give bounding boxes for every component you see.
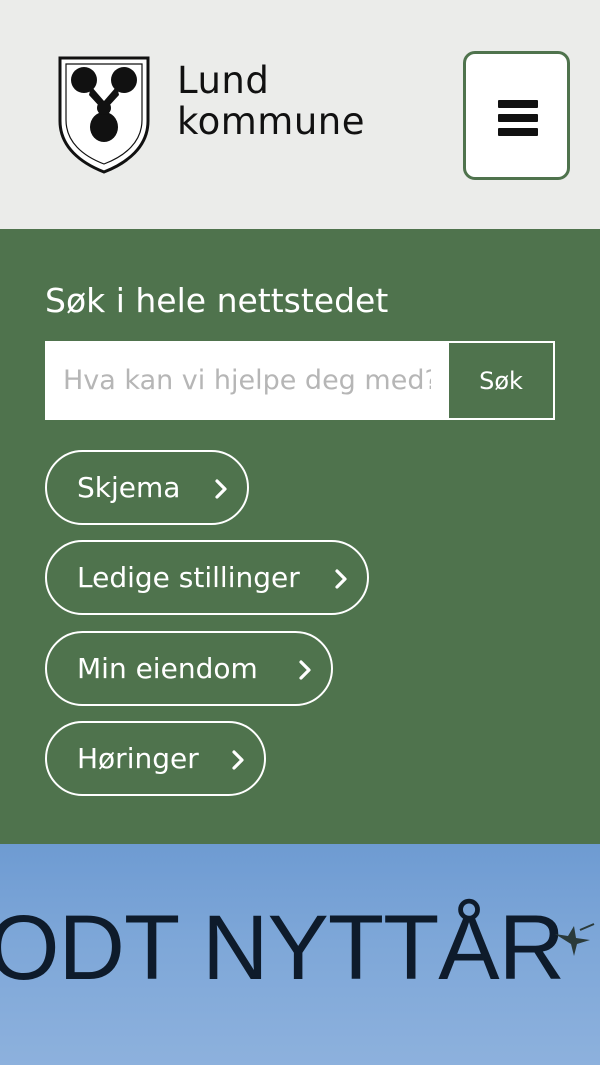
hero-banner-image: ODT NYTTÅR bbox=[0, 844, 600, 1065]
quick-link-horinger[interactable]: Høringer bbox=[45, 721, 266, 796]
chevron-right-icon bbox=[335, 569, 347, 589]
quick-link-label: Min eiendom bbox=[77, 652, 258, 685]
quick-link-label: Ledige stillinger bbox=[77, 561, 300, 594]
site-header: Lund kommune bbox=[0, 0, 600, 229]
quick-link-skjema[interactable]: Skjema bbox=[45, 450, 249, 525]
logo-line-2: kommune bbox=[177, 100, 365, 143]
logo-wordmark: Lund kommune bbox=[177, 60, 365, 142]
firework-sparkle-icon bbox=[555, 923, 595, 956]
quick-link-label: Høringer bbox=[77, 742, 199, 775]
home-logo-link[interactable]: Lund kommune bbox=[57, 55, 397, 177]
search-heading: Søk i hele nettstedet bbox=[45, 281, 389, 320]
quick-link-label: Skjema bbox=[77, 471, 181, 504]
logo-line-1: Lund bbox=[177, 59, 270, 102]
chevron-right-icon bbox=[299, 660, 311, 680]
search-form: Søk bbox=[45, 341, 555, 420]
chevron-right-icon bbox=[232, 750, 244, 770]
search-input[interactable] bbox=[47, 343, 447, 418]
banner-text: ODT NYTTÅR bbox=[0, 897, 565, 999]
coat-of-arms-shield-icon bbox=[58, 56, 150, 174]
quick-link-ledige-stillinger[interactable]: Ledige stillinger bbox=[45, 540, 369, 615]
main-menu-button[interactable] bbox=[463, 51, 570, 180]
quick-link-min-eiendom[interactable]: Min eiendom bbox=[45, 631, 333, 706]
chevron-right-icon bbox=[215, 479, 227, 499]
hamburger-menu-icon bbox=[498, 100, 538, 136]
search-panel: Søk i hele nettstedet Søk Skjema Ledige … bbox=[0, 229, 600, 844]
search-button[interactable]: Søk bbox=[447, 343, 553, 418]
